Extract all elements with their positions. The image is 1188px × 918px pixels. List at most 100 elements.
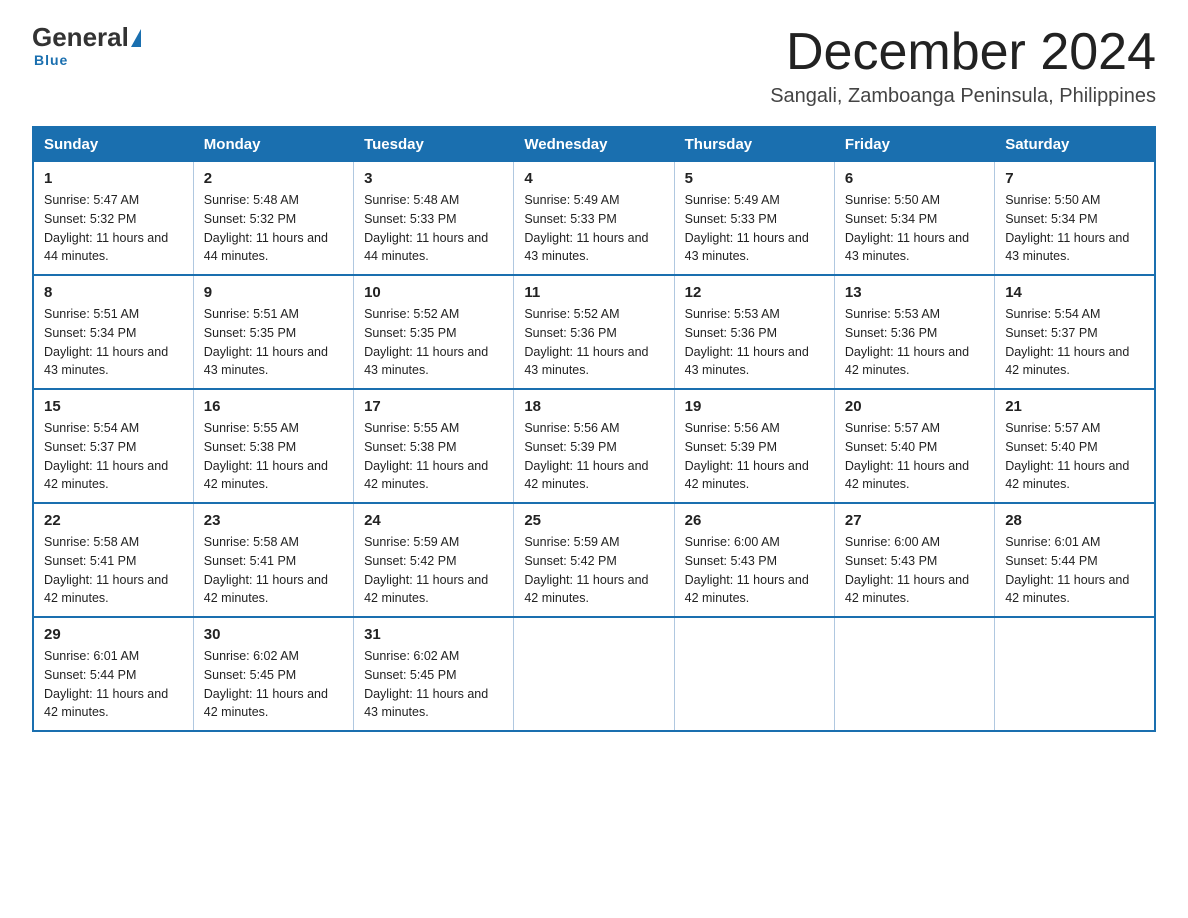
week-row-2: 8 Sunrise: 5:51 AMSunset: 5:34 PMDaylight… bbox=[33, 275, 1155, 389]
day-number: 17 bbox=[364, 398, 503, 415]
day-info: Sunrise: 6:00 AMSunset: 5:43 PMDaylight:… bbox=[685, 533, 824, 608]
weekday-header-row: SundayMondayTuesdayWednesdayThursdayFrid… bbox=[33, 127, 1155, 162]
calendar-cell: 29 Sunrise: 6:01 AMSunset: 5:44 PMDayligh… bbox=[33, 617, 193, 731]
calendar-cell bbox=[995, 617, 1155, 731]
calendar-cell: 30 Sunrise: 6:02 AMSunset: 5:45 PMDayligh… bbox=[193, 617, 353, 731]
day-number: 25 bbox=[524, 512, 663, 529]
day-number: 29 bbox=[44, 626, 183, 643]
day-number: 5 bbox=[685, 170, 824, 187]
location-title: Sangali, Zamboanga Peninsula, Philippine… bbox=[770, 85, 1156, 108]
day-info: Sunrise: 6:02 AMSunset: 5:45 PMDaylight:… bbox=[364, 647, 503, 722]
day-number: 13 bbox=[845, 284, 984, 301]
day-info: Sunrise: 5:54 AMSunset: 5:37 PMDaylight:… bbox=[1005, 305, 1144, 380]
day-number: 6 bbox=[845, 170, 984, 187]
day-info: Sunrise: 5:59 AMSunset: 5:42 PMDaylight:… bbox=[364, 533, 503, 608]
page-header: General Blue December 2024 Sangali, Zamb… bbox=[32, 24, 1156, 108]
weekday-header-tuesday: Tuesday bbox=[354, 127, 514, 162]
month-title: December 2024 bbox=[770, 24, 1156, 81]
calendar-cell: 16Sunrise: 5:55 AMSunset: 5:38 PMDayligh… bbox=[193, 389, 353, 503]
day-info: Sunrise: 5:51 AMSunset: 5:35 PMDaylight:… bbox=[204, 305, 343, 380]
calendar-cell: 12 Sunrise: 5:53 AMSunset: 5:36 PMDayligh… bbox=[674, 275, 834, 389]
day-number: 23 bbox=[204, 512, 343, 529]
calendar-cell: 20 Sunrise: 5:57 AMSunset: 5:40 PMDayligh… bbox=[834, 389, 994, 503]
weekday-header-sunday: Sunday bbox=[33, 127, 193, 162]
calendar-cell: 21 Sunrise: 5:57 AMSunset: 5:40 PMDayligh… bbox=[995, 389, 1155, 503]
day-number: 11 bbox=[524, 284, 663, 301]
calendar-cell: 8 Sunrise: 5:51 AMSunset: 5:34 PMDaylight… bbox=[33, 275, 193, 389]
day-number: 31 bbox=[364, 626, 503, 643]
day-number: 9 bbox=[204, 284, 343, 301]
calendar-cell: 2 Sunrise: 5:48 AMSunset: 5:32 PMDaylight… bbox=[193, 162, 353, 276]
day-info: Sunrise: 5:50 AMSunset: 5:34 PMDaylight:… bbox=[1005, 191, 1144, 266]
calendar-cell bbox=[674, 617, 834, 731]
day-info: Sunrise: 5:49 AMSunset: 5:33 PMDaylight:… bbox=[524, 191, 663, 266]
calendar-cell: 4 Sunrise: 5:49 AMSunset: 5:33 PMDaylight… bbox=[514, 162, 674, 276]
calendar-cell: 14Sunrise: 5:54 AMSunset: 5:37 PMDayligh… bbox=[995, 275, 1155, 389]
day-info: Sunrise: 6:02 AMSunset: 5:45 PMDaylight:… bbox=[204, 647, 343, 722]
day-info: Sunrise: 5:55 AMSunset: 5:38 PMDaylight:… bbox=[364, 419, 503, 494]
day-info: Sunrise: 5:49 AMSunset: 5:33 PMDaylight:… bbox=[685, 191, 824, 266]
calendar-cell bbox=[514, 617, 674, 731]
day-number: 1 bbox=[44, 170, 183, 187]
logo-general-text: General bbox=[32, 24, 129, 50]
day-number: 4 bbox=[524, 170, 663, 187]
day-info: Sunrise: 6:01 AMSunset: 5:44 PMDaylight:… bbox=[44, 647, 183, 722]
day-number: 18 bbox=[524, 398, 663, 415]
calendar-cell: 22Sunrise: 5:58 AMSunset: 5:41 PMDayligh… bbox=[33, 503, 193, 617]
week-row-5: 29 Sunrise: 6:01 AMSunset: 5:44 PMDayligh… bbox=[33, 617, 1155, 731]
weekday-header-thursday: Thursday bbox=[674, 127, 834, 162]
calendar-cell: 15Sunrise: 5:54 AMSunset: 5:37 PMDayligh… bbox=[33, 389, 193, 503]
day-number: 21 bbox=[1005, 398, 1144, 415]
logo: General Blue bbox=[32, 24, 141, 68]
weekday-header-wednesday: Wednesday bbox=[514, 127, 674, 162]
calendar-cell: 13 Sunrise: 5:53 AMSunset: 5:36 PMDayligh… bbox=[834, 275, 994, 389]
day-number: 3 bbox=[364, 170, 503, 187]
calendar-cell: 19 Sunrise: 5:56 AMSunset: 5:39 PMDayligh… bbox=[674, 389, 834, 503]
day-number: 8 bbox=[44, 284, 183, 301]
day-info: Sunrise: 5:57 AMSunset: 5:40 PMDaylight:… bbox=[1005, 419, 1144, 494]
day-info: Sunrise: 5:52 AMSunset: 5:35 PMDaylight:… bbox=[364, 305, 503, 380]
calendar-cell: 11 Sunrise: 5:52 AMSunset: 5:36 PMDayligh… bbox=[514, 275, 674, 389]
calendar-cell: 5 Sunrise: 5:49 AMSunset: 5:33 PMDaylight… bbox=[674, 162, 834, 276]
weekday-header-monday: Monday bbox=[193, 127, 353, 162]
calendar-cell: 9 Sunrise: 5:51 AMSunset: 5:35 PMDaylight… bbox=[193, 275, 353, 389]
day-info: Sunrise: 5:53 AMSunset: 5:36 PMDaylight:… bbox=[685, 305, 824, 380]
day-number: 28 bbox=[1005, 512, 1144, 529]
day-info: Sunrise: 5:59 AMSunset: 5:42 PMDaylight:… bbox=[524, 533, 663, 608]
day-info: Sunrise: 5:58 AMSunset: 5:41 PMDaylight:… bbox=[204, 533, 343, 608]
day-info: Sunrise: 5:52 AMSunset: 5:36 PMDaylight:… bbox=[524, 305, 663, 380]
calendar-cell: 26Sunrise: 6:00 AMSunset: 5:43 PMDayligh… bbox=[674, 503, 834, 617]
weekday-header-friday: Friday bbox=[834, 127, 994, 162]
day-info: Sunrise: 6:00 AMSunset: 5:43 PMDaylight:… bbox=[845, 533, 984, 608]
day-number: 2 bbox=[204, 170, 343, 187]
day-number: 15 bbox=[44, 398, 183, 415]
calendar-cell bbox=[834, 617, 994, 731]
weekday-header-saturday: Saturday bbox=[995, 127, 1155, 162]
day-number: 20 bbox=[845, 398, 984, 415]
day-info: Sunrise: 5:56 AMSunset: 5:39 PMDaylight:… bbox=[685, 419, 824, 494]
calendar-table: SundayMondayTuesdayWednesdayThursdayFrid… bbox=[32, 126, 1156, 732]
day-info: Sunrise: 5:51 AMSunset: 5:34 PMDaylight:… bbox=[44, 305, 183, 380]
day-number: 22 bbox=[44, 512, 183, 529]
day-number: 19 bbox=[685, 398, 824, 415]
day-info: Sunrise: 5:47 AMSunset: 5:32 PMDaylight:… bbox=[44, 191, 183, 266]
day-info: Sunrise: 5:56 AMSunset: 5:39 PMDaylight:… bbox=[524, 419, 663, 494]
day-info: Sunrise: 5:53 AMSunset: 5:36 PMDaylight:… bbox=[845, 305, 984, 380]
day-number: 24 bbox=[364, 512, 503, 529]
calendar-cell: 24 Sunrise: 5:59 AMSunset: 5:42 PMDayligh… bbox=[354, 503, 514, 617]
calendar-cell: 7 Sunrise: 5:50 AMSunset: 5:34 PMDaylight… bbox=[995, 162, 1155, 276]
calendar-cell: 6 Sunrise: 5:50 AMSunset: 5:34 PMDaylight… bbox=[834, 162, 994, 276]
day-info: Sunrise: 5:50 AMSunset: 5:34 PMDaylight:… bbox=[845, 191, 984, 266]
day-info: Sunrise: 5:55 AMSunset: 5:38 PMDaylight:… bbox=[204, 419, 343, 494]
day-info: Sunrise: 5:48 AMSunset: 5:32 PMDaylight:… bbox=[204, 191, 343, 266]
day-number: 30 bbox=[204, 626, 343, 643]
calendar-cell: 23 Sunrise: 5:58 AMSunset: 5:41 PMDayligh… bbox=[193, 503, 353, 617]
day-number: 7 bbox=[1005, 170, 1144, 187]
logo-triangle-icon bbox=[131, 29, 141, 47]
week-row-1: 1 Sunrise: 5:47 AMSunset: 5:32 PMDaylight… bbox=[33, 162, 1155, 276]
calendar-cell: 27Sunrise: 6:00 AMSunset: 5:43 PMDayligh… bbox=[834, 503, 994, 617]
calendar-cell: 17 Sunrise: 5:55 AMSunset: 5:38 PMDayligh… bbox=[354, 389, 514, 503]
calendar-cell: 1 Sunrise: 5:47 AMSunset: 5:32 PMDaylight… bbox=[33, 162, 193, 276]
day-info: Sunrise: 5:57 AMSunset: 5:40 PMDaylight:… bbox=[845, 419, 984, 494]
day-number: 12 bbox=[685, 284, 824, 301]
